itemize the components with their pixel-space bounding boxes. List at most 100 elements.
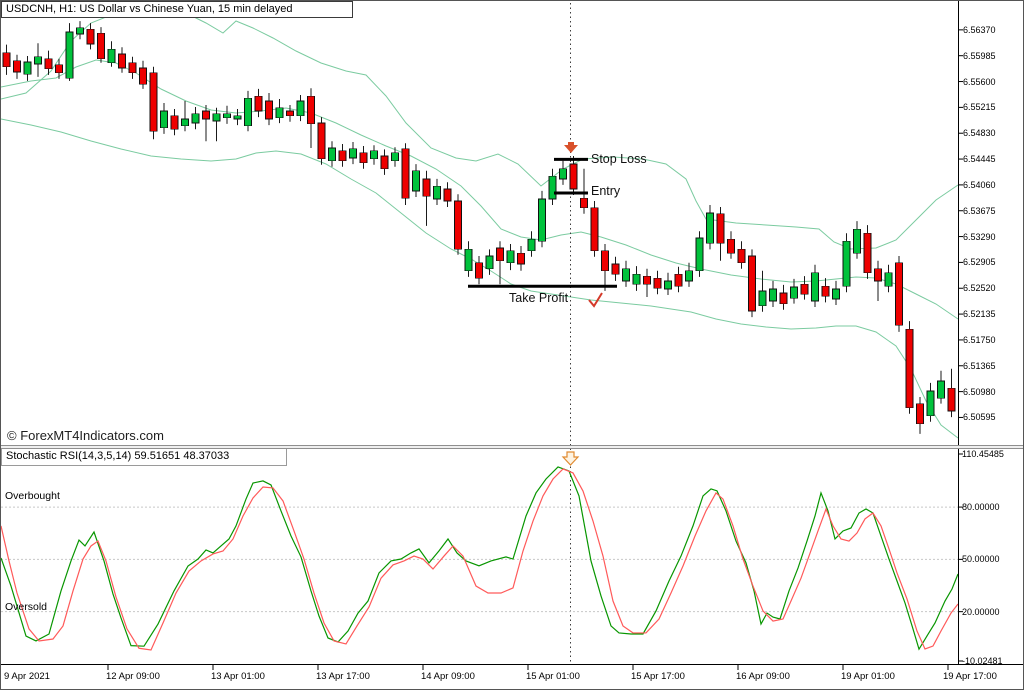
price-axis-label: 6.54445 [963, 154, 996, 164]
candlesticks [3, 21, 955, 434]
candle-body [318, 123, 325, 159]
candle-body [297, 101, 304, 116]
candle-body [465, 249, 472, 270]
stop-loss-label: Stop Loss [591, 152, 647, 166]
candle-body [56, 65, 63, 73]
candle-body [770, 289, 777, 301]
candle-body [192, 114, 199, 123]
indicator-title: Stochastic RSI(14,3,5,14) 59.51651 48.37… [1, 449, 287, 466]
candle-body [654, 278, 661, 288]
candle-body [707, 213, 714, 243]
price-axis-label: 6.55600 [963, 77, 996, 87]
price-axis-label: 6.50980 [963, 387, 996, 397]
candle-body [854, 229, 861, 253]
candle-body [539, 199, 546, 241]
price-axis-label: 6.55215 [963, 102, 996, 112]
candle-body [833, 289, 840, 299]
candle-body [119, 54, 126, 68]
stoch-main-line [1, 467, 958, 649]
candle-body [98, 33, 105, 59]
indicator-sell-arrow-icon[interactable] [563, 452, 578, 465]
candle-body [486, 256, 493, 269]
price-axis-label: 6.54830 [963, 128, 996, 138]
candle-body [287, 111, 294, 116]
candle-body [896, 263, 903, 325]
candle-body [917, 404, 924, 424]
candle-body [455, 201, 462, 249]
candle-body [696, 238, 703, 271]
sell-arrow-icon[interactable] [564, 142, 578, 153]
candle-body [612, 264, 619, 274]
candle-body [759, 291, 766, 306]
candle-body [591, 208, 598, 251]
candle-body [308, 96, 315, 124]
candle-body [140, 68, 147, 84]
candle-body [560, 169, 567, 179]
candle-body [906, 329, 913, 408]
candle-body [497, 248, 504, 261]
candle-body [434, 186, 441, 199]
candle-body [402, 149, 409, 199]
candle-body [381, 156, 388, 169]
candle-body [413, 171, 420, 191]
chart-canvas[interactable] [1, 1, 1024, 690]
candle-body [444, 189, 451, 201]
candle-body [570, 164, 577, 189]
candle-body [528, 239, 535, 250]
time-axis-label: 14 Apr 09:00 [421, 671, 475, 682]
candle-body [276, 108, 283, 118]
candle-body [339, 151, 346, 161]
time-axis-label: 16 Apr 09:00 [736, 671, 790, 682]
price-axis-label: 6.53675 [963, 206, 996, 216]
time-axis-label: 12 Apr 09:00 [106, 671, 160, 682]
candle-body [329, 148, 336, 161]
candle-body [476, 263, 483, 278]
candle-body [350, 149, 357, 158]
candle-body [780, 293, 787, 304]
bollinger-upper-band [1, 8, 958, 249]
candle-body [255, 96, 262, 111]
time-axis-label: 19 Apr 17:00 [943, 671, 997, 682]
price-axis-label: 6.52135 [963, 309, 996, 319]
candle-body [108, 49, 115, 62]
price-axis-label: 6.55985 [963, 51, 996, 61]
candle-body [360, 153, 367, 163]
candle-body [581, 198, 588, 207]
candle-body [87, 29, 94, 44]
candle-body [549, 176, 556, 199]
candle-body [686, 271, 693, 281]
candle-body [623, 269, 630, 281]
indicator-axis-label: 50.00000 [962, 554, 1000, 564]
oversold-label: Oversold [5, 601, 47, 613]
indicator-axis-label: -10.02481 [962, 656, 1003, 666]
candle-body [801, 284, 808, 294]
candle-body [213, 114, 220, 121]
candle-body [812, 273, 819, 301]
time-axis-label: 9 Apr 2021 [4, 671, 50, 682]
candle-body [245, 98, 252, 126]
candle-body [728, 239, 735, 253]
candle-body [749, 256, 756, 311]
time-axis-label: 13 Apr 01:00 [211, 671, 265, 682]
entry-label: Entry [591, 184, 620, 198]
candle-body [864, 233, 871, 273]
candle-body [633, 274, 640, 284]
candle-body [738, 249, 745, 262]
candle-body [927, 391, 934, 416]
candle-body [266, 101, 273, 119]
price-axis-label: 6.52905 [963, 257, 996, 267]
chart-title: USDCNH, H1: US Dollar vs Chinese Yuan, 1… [1, 1, 353, 18]
price-axis-label: 6.50595 [963, 412, 996, 422]
candle-body [171, 116, 178, 129]
candle-body [203, 111, 210, 119]
candle-body [3, 53, 10, 67]
time-axis-label: 15 Apr 17:00 [631, 671, 685, 682]
watermark: © ForexMT4Indicators.com [7, 428, 164, 443]
stochastic-rsi-panel [1, 467, 958, 650]
candle-body [224, 114, 231, 118]
candle-body [161, 111, 168, 128]
price-axis-label: 6.52520 [963, 283, 996, 293]
take-profit-label: Take Profit [509, 291, 568, 305]
candle-body [24, 62, 31, 74]
price-axis-label: 6.53290 [963, 232, 996, 242]
